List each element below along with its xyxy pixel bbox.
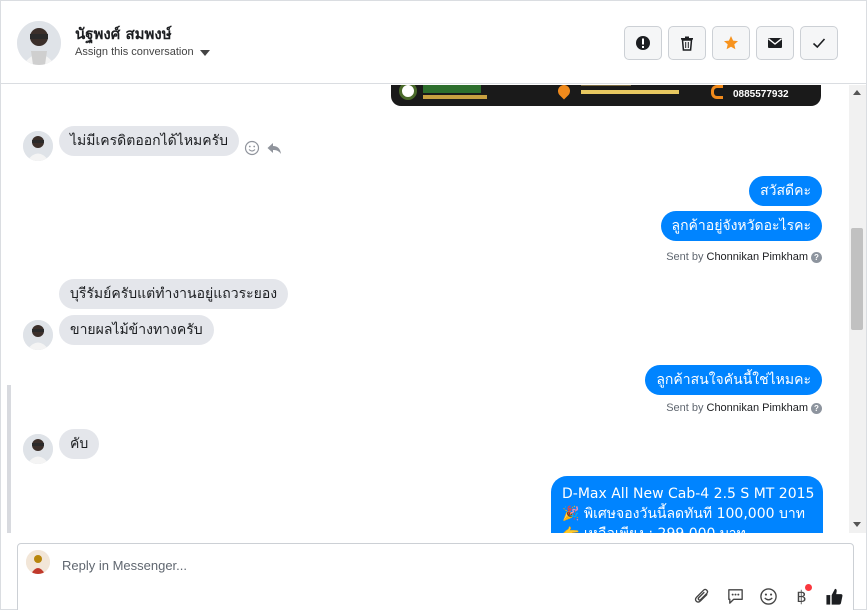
message-bubble-incoming[interactable]: ขายผลไม้ข้างทางครับ	[59, 315, 214, 345]
banner-phone-number: 0885577932	[733, 89, 789, 100]
shop-brand-graphic	[423, 85, 481, 93]
scroll-down-arrow-icon[interactable]	[853, 522, 861, 527]
mark-unread-button[interactable]	[756, 26, 794, 60]
star-button[interactable]	[712, 26, 750, 60]
smiley-icon	[760, 588, 777, 605]
card-title: D-Max All New Cab-4 2.5 S MT 2015	[562, 486, 815, 502]
sent-by-label: Sent by Chonnikan Pimkham ?	[666, 251, 822, 263]
message-actions	[244, 140, 282, 156]
message-bubble-outgoing[interactable]: ลูกค้าสนใจคันนี้ใช่ไหมคะ	[645, 365, 822, 395]
paperclip-icon	[694, 588, 709, 603]
scroll-up-arrow-icon[interactable]	[853, 90, 861, 95]
help-icon[interactable]: ?	[811, 251, 822, 263]
alert-icon	[636, 36, 650, 50]
card-price: 👉 เหลือเพียง : 299,000 บาท	[562, 524, 812, 533]
sender-name: Chonnikan Pimkham	[706, 402, 809, 414]
like-button[interactable]	[824, 586, 845, 607]
message-bubble-incoming[interactable]: คับ	[59, 429, 100, 459]
smiley-react-icon[interactable]	[244, 140, 260, 156]
shop-logo	[399, 85, 417, 100]
reply-composer: ฿	[17, 543, 854, 610]
conversation-header: นัฐพงศ์ สมพงษ์ Assign this conversation	[1, 1, 866, 84]
trash-icon	[681, 36, 693, 51]
envelope-icon	[768, 38, 782, 48]
message-bubble-outgoing[interactable]: ลูกค้าอยู่จังหวัดอะไรคะ	[660, 211, 822, 241]
location-pin-icon	[555, 85, 573, 100]
star-icon	[724, 36, 738, 50]
assign-label: Assign this conversation	[75, 46, 194, 58]
header-actions	[624, 26, 838, 60]
contact-name[interactable]: นัฐพงศ์ สมพงษ์	[75, 22, 172, 46]
sender-name: Chonnikan Pimkham	[706, 251, 809, 263]
chat-bubble-icon	[728, 589, 743, 604]
product-offer-message[interactable]: D-Max All New Cab-4 2.5 S MT 2015 🎉 พิเศ…	[551, 476, 823, 533]
left-scroll-indicator	[7, 385, 11, 533]
attach-button[interactable]	[692, 586, 713, 607]
thread-scrollbar[interactable]	[849, 85, 866, 533]
reply-icon[interactable]	[266, 140, 282, 156]
help-icon[interactable]: ?	[811, 402, 822, 414]
sent-by-label: Sent by Chonnikan Pimkham ?	[666, 402, 822, 414]
thumbs-up-icon	[826, 588, 843, 605]
check-icon	[812, 38, 826, 49]
reply-input[interactable]	[62, 555, 762, 575]
scroll-thumb[interactable]	[851, 228, 863, 330]
message-bubble-incoming[interactable]: บุรีรัมย์ครับแต่ทำงานอยู่แถวระยอง	[59, 279, 289, 309]
shop-banner-image[interactable]: 0885577932	[391, 85, 821, 106]
emoji-button[interactable]	[758, 586, 779, 607]
caret-down-icon	[199, 49, 210, 56]
assign-conversation-dropdown[interactable]: Assign this conversation	[75, 46, 210, 58]
mark-spam-button[interactable]	[624, 26, 662, 60]
message-thread[interactable]: 0885577932 ไม่มีเครดิตออกได้ไหมครับ สวัส…	[7, 85, 849, 533]
composer-tools: ฿	[692, 584, 845, 607]
contact-avatar[interactable]	[17, 21, 61, 65]
conversation-window: นัฐพงศ์ สมพงษ์ Assign this conversation	[0, 0, 867, 610]
message-bubble-incoming[interactable]: ไม่มีเครดิตออกได้ไหมครับ	[59, 126, 240, 156]
card-discount: 🎉 พิเศษจองวันนี้ลดทันที 100,000 บาท	[562, 506, 805, 522]
saved-replies-button[interactable]	[725, 586, 746, 607]
notification-dot	[805, 584, 812, 591]
contact-avatar-small[interactable]	[23, 320, 53, 350]
payment-button[interactable]: ฿	[791, 584, 812, 607]
phone-icon	[711, 85, 723, 99]
contact-avatar-small[interactable]	[23, 131, 53, 161]
mark-done-button[interactable]	[800, 26, 838, 60]
delete-button[interactable]	[668, 26, 706, 60]
message-bubble-outgoing[interactable]: สวัสดีคะ	[749, 176, 822, 206]
contact-avatar-small[interactable]	[23, 434, 53, 464]
page-avatar	[26, 550, 50, 574]
